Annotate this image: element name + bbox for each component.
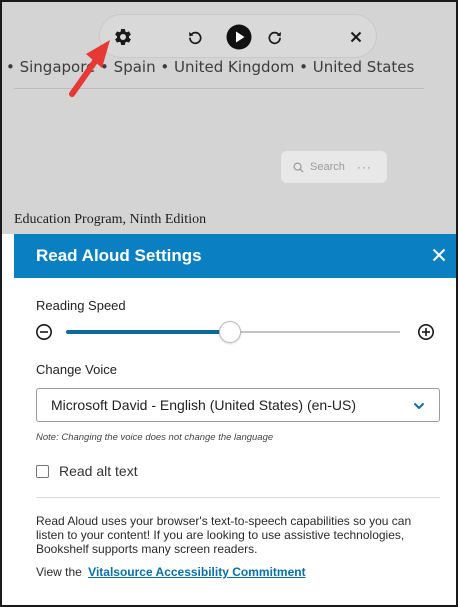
close-icon [350,31,362,43]
more-options-icon[interactable]: ··· [357,160,372,174]
decrease-speed-icon[interactable] [34,322,54,342]
read-aloud-settings-panel: Read Aloud Settings Reading Speed Change… [14,234,456,605]
rewind-button[interactable] [180,15,210,59]
play-button[interactable] [223,15,255,59]
close-icon [432,248,446,262]
read-aloud-toolbar [99,14,377,58]
commitment-prefix: View the [36,565,82,579]
increase-speed-icon[interactable] [416,322,436,342]
slider-track[interactable] [66,321,400,343]
forward-icon [268,31,281,45]
voice-note: Note: Changing the voice does not change… [36,432,274,443]
reading-speed-slider[interactable] [34,320,438,344]
accessibility-commitment-row: View the Vitalsource Accessibility Commi… [36,565,306,579]
read-alt-text-checkbox[interactable] [36,464,49,478]
read-aloud-info-text: Read Aloud uses your browser's text-to-s… [36,514,412,556]
play-icon [226,24,252,50]
accessibility-commitment-link[interactable]: Vitalsource Accessibility Commitment [88,565,305,579]
panel-divider [36,497,440,498]
search-box[interactable]: Search ··· [281,151,387,183]
slider-fill [66,330,230,334]
book-edition-text: Education Program, Ninth Edition [14,212,207,227]
rewind-icon [189,31,202,45]
search-icon [293,162,304,173]
screenshot-frame: • Singapore • Spain • United Kingdom • U… [0,0,458,607]
read-alt-text-option[interactable]: Read alt text [36,463,138,479]
annotation-arrow-icon [69,40,110,97]
slider-thumb[interactable] [218,321,241,343]
voice-selected-value: Microsoft David - English (United States… [51,397,356,413]
search-placeholder: Search [310,161,345,173]
reading-speed-label: Reading Speed [36,298,126,313]
forward-button[interactable] [260,15,290,59]
chevron-down-icon [414,403,424,409]
read-alt-text-label: Read alt text [59,463,138,479]
close-panel-button[interactable] [428,244,450,266]
change-voice-label: Change Voice [36,362,117,377]
panel-header: Read Aloud Settings [14,234,456,278]
panel-title: Read Aloud Settings [36,246,202,265]
close-toolbar-button[interactable] [344,15,368,59]
voice-select[interactable]: Microsoft David - English (United States… [36,388,440,422]
